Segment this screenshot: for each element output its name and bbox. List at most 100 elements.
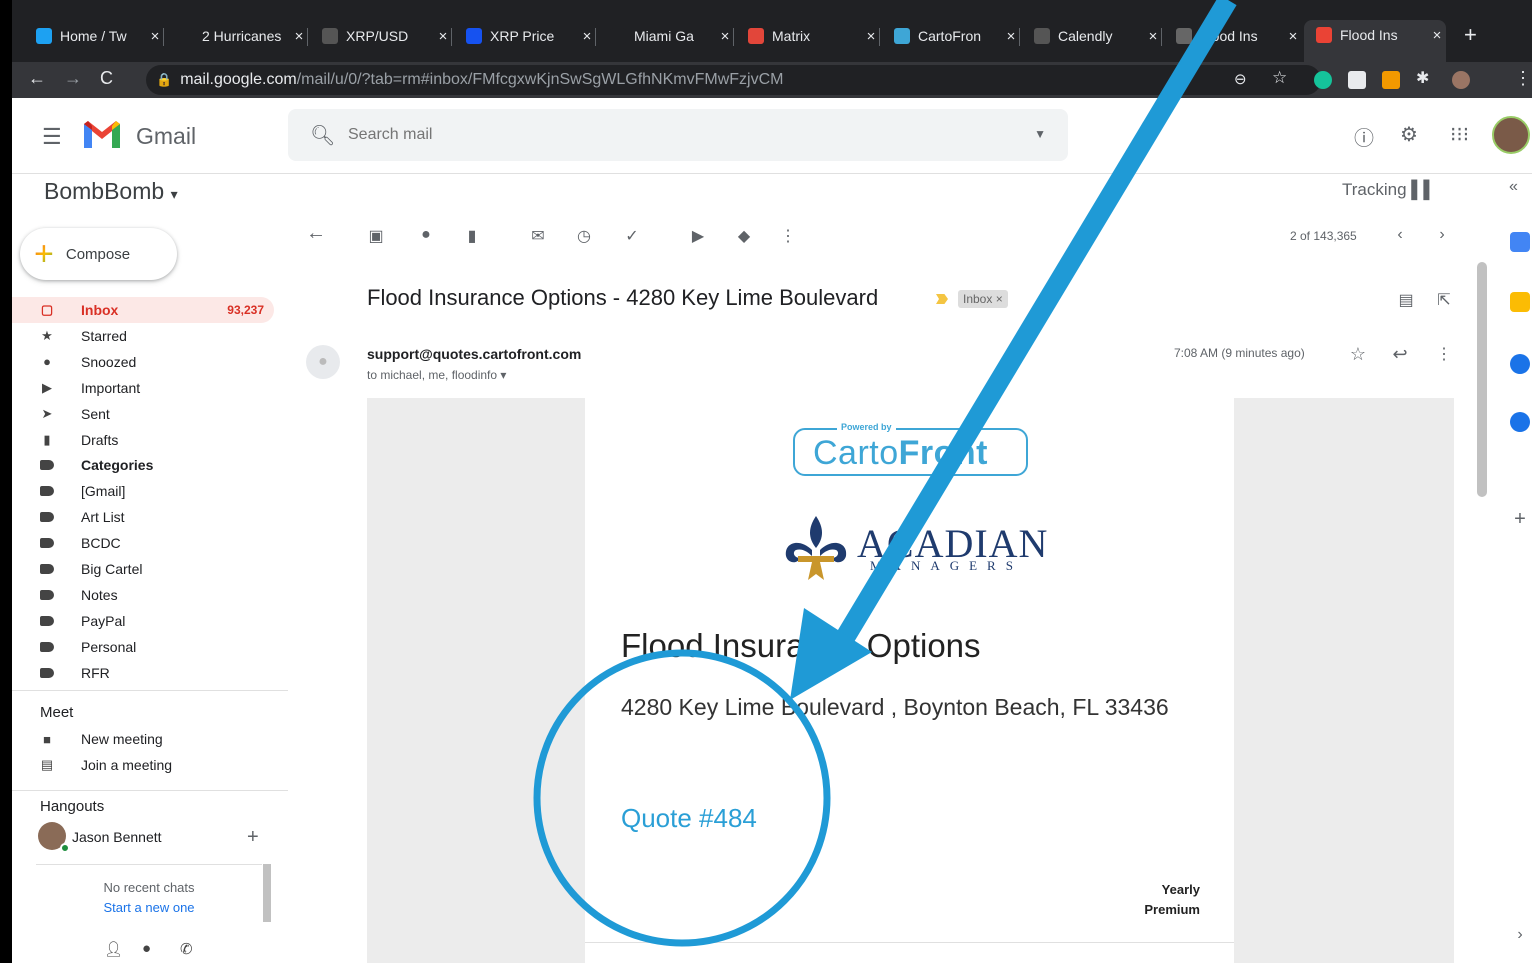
new-tab-button[interactable]: + [1464, 22, 1477, 48]
phone-icon[interactable]: ✆ [180, 940, 193, 958]
close-tab-icon[interactable]: × [578, 28, 596, 45]
browser-tab[interactable]: Flood Ins × [1164, 21, 1302, 51]
start-chat-link[interactable]: Start a new one [36, 898, 262, 918]
more-options-icon[interactable]: ⋮ [778, 226, 798, 246]
sidebar-item-sent[interactable]: ➤ Sent [12, 401, 274, 427]
back-icon[interactable]: ← [28, 68, 46, 89]
star-icon[interactable]: ☆ [1348, 344, 1368, 365]
browser-tab[interactable]: XRP/USD × [310, 21, 452, 51]
newer-icon[interactable]: ‹ [1390, 226, 1410, 244]
older-icon[interactable]: › [1432, 226, 1452, 244]
caret-down-icon[interactable]: ▾ [500, 368, 506, 382]
gmail-logo-icon[interactable] [82, 118, 122, 150]
sender-address[interactable]: support@quotes.cartofront.com [367, 346, 581, 362]
calendar-icon[interactable] [1510, 232, 1530, 252]
sidebar-item-bcdc[interactable]: BCDC [12, 530, 274, 556]
expand-panel-icon[interactable]: › [1510, 926, 1530, 944]
sidebar-item-gmail[interactable]: [Gmail] [12, 478, 274, 504]
trash-icon[interactable]: ▮ [462, 226, 482, 246]
help-icon[interactable]: ⓘ [1354, 122, 1374, 151]
contacts-icon[interactable] [1510, 412, 1530, 432]
sidebar-item-rfr[interactable]: RFR [12, 660, 274, 686]
close-tab-icon[interactable]: × [716, 28, 734, 45]
print-icon[interactable]: ▤ [1396, 290, 1416, 310]
browser-tab[interactable]: Miami Ga × [598, 21, 734, 51]
apps-grid-icon[interactable]: ⁝⁝⁝ [1450, 122, 1469, 147]
account-avatar[interactable] [1492, 116, 1530, 154]
sidebar-item-art-list[interactable]: Art List [12, 504, 274, 530]
email-scrollbar[interactable] [1477, 262, 1487, 497]
tracking-label[interactable]: Tracking ▌▌ [1342, 180, 1435, 200]
mark-unread-icon[interactable]: ✉ [528, 226, 548, 246]
sidebar-item-snoozed[interactable]: ● Snoozed [12, 349, 274, 375]
reply-icon[interactable]: ↩ [1390, 344, 1410, 365]
sidebar-item-drafts[interactable]: ▮ Drafts [12, 427, 274, 453]
search-options-icon[interactable]: ▼ [1034, 127, 1046, 141]
sidebar-item-paypal[interactable]: PayPal [12, 608, 274, 634]
sidebar-item-important[interactable]: ▶ Important [12, 375, 274, 401]
sidebar-item-inbox[interactable]: ▢ Inbox 93,237 [12, 297, 274, 323]
browser-tab[interactable]: Home / Tw × [24, 21, 164, 51]
inbox-label-chip[interactable]: Inbox × [958, 290, 1008, 308]
tasks-icon[interactable] [1510, 354, 1530, 374]
close-tab-icon[interactable]: × [434, 28, 452, 45]
compose-button[interactable]: + Compose [20, 228, 177, 280]
close-tab-icon[interactable]: × [146, 28, 164, 45]
puzzle-icon[interactable]: ✱ [1416, 68, 1429, 88]
snooze-icon[interactable]: ◷ [574, 226, 594, 246]
grammarly-icon[interactable] [1314, 71, 1332, 89]
open-new-window-icon[interactable]: ⇱ [1434, 290, 1454, 310]
close-tab-icon[interactable]: × [1144, 28, 1162, 45]
search-bar[interactable]: 🔍︎ ▼ [288, 109, 1068, 161]
extension-icon[interactable] [1382, 71, 1400, 89]
menu-dots-icon[interactable]: ⋮ [1514, 68, 1532, 89]
search-icon[interactable]: 🔍︎ [310, 123, 335, 148]
close-tab-icon[interactable]: × [1002, 28, 1020, 45]
sidebar-item-categories[interactable]: Categories [12, 452, 274, 478]
reload-icon[interactable]: C [100, 68, 113, 89]
collapse-panel-icon[interactable]: « [1509, 178, 1518, 196]
main-menu-icon[interactable]: ☰ [42, 124, 62, 150]
back-to-inbox-icon[interactable]: ← [306, 222, 326, 245]
browser-tab[interactable]: CartoFron × [882, 21, 1020, 51]
chat-bubble-icon[interactable]: ● [142, 940, 151, 957]
sidebar-item-starred[interactable]: ★ Starred [12, 323, 274, 349]
sidebar-item-notes[interactable]: Notes [12, 582, 274, 608]
bookmark-star-icon[interactable]: ☆ [1272, 68, 1287, 88]
move-to-icon[interactable]: ▶ [688, 226, 708, 246]
contact-name[interactable]: Jason Bennett [72, 829, 162, 845]
gear-icon[interactable]: ⚙ [1400, 122, 1418, 147]
browser-tab[interactable]: XRP Price × [454, 21, 596, 51]
add-to-tasks-icon[interactable]: ✓ [622, 226, 642, 246]
new-meeting-item[interactable]: ■ New meeting [12, 726, 274, 752]
recipients[interactable]: to michael, me, floodinfo ▾ [367, 368, 506, 382]
browser-tab[interactable]: Calendly × [1022, 21, 1162, 51]
close-tab-icon[interactable]: × [1284, 28, 1302, 45]
close-tab-icon[interactable]: × [290, 28, 308, 45]
add-chat-icon[interactable]: + [247, 826, 259, 849]
archive-icon[interactable]: ▣ [366, 226, 386, 246]
hangouts-scrollbar[interactable] [263, 864, 271, 922]
caret-down-icon[interactable]: ▾ [171, 186, 178, 202]
zoom-icon[interactable]: ⊖ [1234, 70, 1247, 88]
close-tab-icon[interactable]: × [862, 28, 880, 45]
browser-tab[interactable]: Flood Ins × [1304, 20, 1446, 62]
address-bar[interactable]: 🔒 mail.google.com/mail/u/0/?tab=rm#inbox/… [146, 65, 1321, 95]
add-app-icon[interactable]: + [1510, 508, 1530, 531]
browser-tab[interactable]: 2 Hurricanes × [166, 21, 308, 51]
search-input[interactable] [348, 121, 1008, 149]
important-marker-icon[interactable] [936, 294, 948, 304]
forward-icon[interactable]: → [64, 68, 82, 89]
report-spam-icon[interactable]: ● [416, 226, 436, 244]
keep-icon[interactable] [1510, 292, 1530, 312]
label-icon[interactable]: ◆ [734, 226, 754, 246]
close-tab-icon[interactable]: × [1428, 27, 1446, 44]
person-icon[interactable]: 👤︎ [104, 940, 123, 958]
extension-icon[interactable] [1348, 71, 1366, 89]
sidebar-item-personal[interactable]: Personal [12, 634, 274, 660]
quote-number[interactable]: Quote #484 [621, 803, 757, 834]
browser-tab[interactable]: Matrix × [736, 21, 880, 51]
join-meeting-item[interactable]: ▤ Join a meeting [12, 752, 274, 778]
sidebar-item-big-cartel[interactable]: Big Cartel [12, 556, 274, 582]
more-options-icon[interactable]: ⋮ [1434, 344, 1454, 364]
